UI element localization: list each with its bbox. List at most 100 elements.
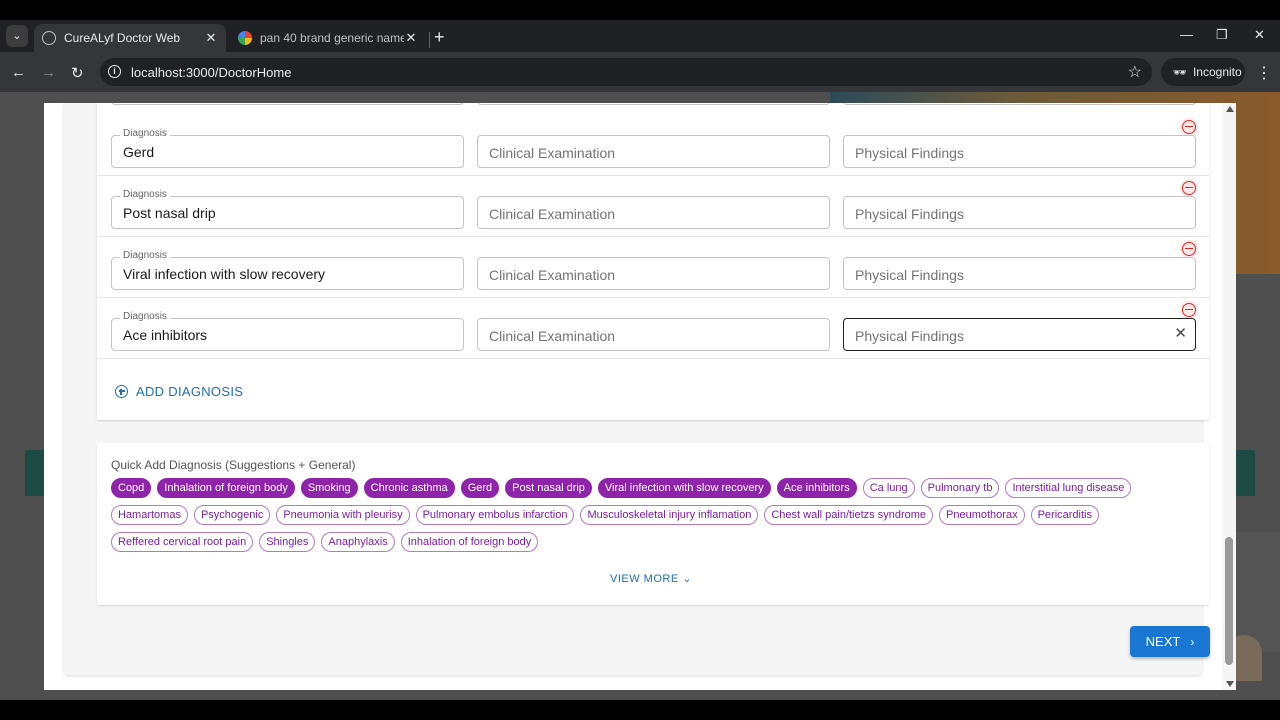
tab-curealyf[interactable]: CureALyf Doctor Web ✕ bbox=[34, 24, 226, 52]
diagnosis-value: Viral infection with slow recovery bbox=[123, 266, 326, 282]
clinical-placeholder: Clinical Examination bbox=[489, 328, 616, 344]
tab-title: pan 40 brand generic name - G bbox=[260, 31, 404, 45]
clinical-placeholder: Clinical Examination bbox=[489, 206, 616, 222]
site-info-icon[interactable]: i bbox=[108, 65, 121, 78]
physical-findings-input[interactable]: Physical Findings ✕ bbox=[843, 318, 1196, 351]
background-card bbox=[1234, 532, 1280, 652]
suggested-diagnosis-chip[interactable]: Musculoskeletal injury inflamation bbox=[580, 505, 759, 525]
globe-icon bbox=[42, 31, 56, 45]
minimize-button[interactable]: — bbox=[1180, 27, 1193, 42]
scroll-down-arrow-icon[interactable] bbox=[1226, 681, 1234, 687]
diagnosis-value: Post nasal drip bbox=[123, 205, 216, 221]
physical-placeholder: Physical Findings bbox=[855, 145, 964, 161]
previous-physical-field[interactable] bbox=[843, 103, 1196, 105]
view-more-button[interactable]: VIEW MORE ⌄ bbox=[610, 572, 692, 585]
chip-row: Hamartomas Psychogenic Pneumonia with pleu… bbox=[111, 505, 1201, 525]
diagnosis-input[interactable]: Diagnosis Gerd bbox=[111, 128, 464, 168]
incognito-badge[interactable]: 🕶 Incognito bbox=[1161, 58, 1245, 86]
suggested-diagnosis-chip[interactable]: Anaphylaxis bbox=[321, 532, 395, 552]
reload-button[interactable]: ↻ bbox=[71, 64, 84, 82]
suggested-diagnosis-chip[interactable]: Psychogenic bbox=[193, 505, 271, 525]
suggested-diagnosis-chip[interactable]: Pulmonary tb bbox=[920, 478, 1000, 498]
previous-diagnosis-field[interactable] bbox=[111, 103, 464, 105]
clinical-examination-input[interactable]: Clinical Examination bbox=[477, 318, 830, 351]
suggested-diagnosis-chip[interactable]: Hamartomas bbox=[111, 505, 188, 525]
suggested-diagnosis-chip[interactable]: Inhalation of foreign body bbox=[400, 532, 539, 552]
physical-findings-input[interactable]: Physical Findings bbox=[843, 196, 1196, 229]
clinical-examination-input[interactable]: Clinical Examination bbox=[477, 196, 830, 229]
incognito-icon: 🕶 bbox=[1173, 66, 1187, 79]
minus-circle-icon bbox=[1182, 242, 1196, 256]
remove-diagnosis-button[interactable] bbox=[1180, 240, 1198, 258]
suggested-diagnosis-chip[interactable]: Ca lung bbox=[862, 478, 915, 498]
physical-findings-input[interactable]: Physical Findings bbox=[843, 135, 1196, 168]
diagnosis-input[interactable]: Diagnosis Viral infection with slow reco… bbox=[111, 250, 464, 290]
scroll-thumb[interactable] bbox=[1225, 537, 1233, 665]
suggested-diagnosis-chip[interactable]: Interstitial lung disease bbox=[1005, 478, 1132, 498]
browser-menu-icon[interactable]: ⋮ bbox=[1256, 63, 1272, 83]
suggested-diagnosis-chip[interactable]: Shingles bbox=[259, 532, 316, 552]
clinical-placeholder: Clinical Examination bbox=[489, 145, 616, 161]
selected-diagnosis-chip[interactable]: Copd bbox=[111, 478, 152, 498]
url-text[interactable]: localhost:3000/DoctorHome bbox=[131, 65, 291, 80]
google-icon bbox=[238, 31, 252, 45]
clear-icon[interactable]: ✕ bbox=[1174, 326, 1187, 342]
restore-button[interactable]: ❐ bbox=[1216, 27, 1228, 43]
tab-search-button[interactable]: ⌄ bbox=[6, 25, 28, 47]
diagnosis-input[interactable]: Diagnosis Ace inhibitors bbox=[111, 311, 464, 351]
diagnosis-label: Diagnosis bbox=[120, 250, 170, 261]
chip-row: Copd Inhalation of foreign body Smoking Chr… bbox=[111, 478, 1201, 498]
tab-close-icon[interactable]: ✕ bbox=[204, 30, 218, 46]
remove-diagnosis-button[interactable] bbox=[1180, 301, 1198, 319]
remove-diagnosis-button[interactable] bbox=[1180, 179, 1198, 197]
diagnosis-row: Diagnosis Viral infection with slow reco… bbox=[97, 236, 1209, 298]
scroll-up-arrow-icon[interactable] bbox=[1226, 106, 1234, 112]
suggested-diagnosis-chip[interactable]: Chest wall pain/tietzs syndrome bbox=[764, 505, 934, 525]
diagnosis-label: Diagnosis bbox=[120, 311, 170, 322]
chip-row: Reffered cervical root pain Shingles Anaph… bbox=[111, 532, 1201, 552]
tab-google-search[interactable]: pan 40 brand generic name - G ✕ bbox=[230, 24, 426, 52]
chevron-right-icon: › bbox=[1190, 634, 1195, 649]
next-button[interactable]: NEXT › bbox=[1130, 626, 1210, 657]
tab-close-icon[interactable]: ✕ bbox=[404, 30, 418, 46]
physical-findings-input[interactable]: Physical Findings bbox=[843, 257, 1196, 290]
selected-diagnosis-chip[interactable]: Ace inhibitors bbox=[776, 478, 857, 498]
suggested-diagnosis-chip[interactable]: Pulmonary embolus infarction bbox=[415, 505, 575, 525]
selected-diagnosis-chip[interactable]: Smoking bbox=[300, 478, 358, 498]
diagnosis-list-card: Diagnosis Gerd Clinical Examination Phys… bbox=[97, 103, 1209, 420]
suggested-diagnosis-chip[interactable]: Pneumonia with pleurisy bbox=[276, 505, 410, 525]
diagnosis-value: Gerd bbox=[123, 144, 155, 160]
clinical-examination-input[interactable]: Clinical Examination bbox=[477, 257, 830, 290]
window-close-button[interactable]: ✕ bbox=[1254, 27, 1265, 43]
modal-scrollbar[interactable] bbox=[1222, 103, 1236, 690]
new-tab-button[interactable]: + bbox=[434, 27, 445, 48]
add-diagnosis-label: ADD DIAGNOSIS bbox=[136, 384, 244, 399]
diagnosis-row: Diagnosis Post nasal drip Clinical Exami… bbox=[97, 175, 1209, 237]
forward-button[interactable]: → bbox=[41, 64, 56, 81]
suggested-diagnosis-chip[interactable]: Pericarditis bbox=[1030, 505, 1099, 525]
previous-clinical-field[interactable] bbox=[477, 103, 830, 105]
physical-placeholder: Physical Findings bbox=[855, 267, 964, 283]
clinical-examination-input[interactable]: Clinical Examination bbox=[477, 135, 830, 168]
add-diagnosis-button[interactable]: ADD DIAGNOSIS bbox=[115, 384, 243, 399]
diagnosis-input[interactable]: Diagnosis Post nasal drip bbox=[111, 189, 464, 229]
incognito-label: Incognito bbox=[1192, 65, 1242, 79]
minus-circle-icon bbox=[1182, 120, 1196, 134]
bookmark-star-icon[interactable]: ☆ bbox=[1128, 62, 1142, 82]
selected-diagnosis-chip[interactable]: Gerd bbox=[460, 478, 500, 498]
remove-diagnosis-button[interactable] bbox=[1180, 118, 1198, 136]
suggested-diagnosis-chip[interactable]: Reffered cervical root pain bbox=[111, 532, 254, 552]
selected-diagnosis-chip[interactable]: Chronic asthma bbox=[363, 478, 455, 498]
physical-placeholder: Physical Findings bbox=[855, 206, 964, 222]
selected-diagnosis-chip[interactable]: Post nasal drip bbox=[505, 478, 592, 498]
plus-circle-icon bbox=[115, 385, 128, 398]
address-bar[interactable]: i localhost:3000/DoctorHome ☆ bbox=[100, 58, 1152, 86]
back-button[interactable]: ← bbox=[11, 64, 26, 81]
suggested-diagnosis-chip[interactable]: Pneumothorax bbox=[939, 505, 1025, 525]
selected-diagnosis-chip[interactable]: Viral infection with slow recovery bbox=[597, 478, 771, 498]
tab-title: CureALyf Doctor Web bbox=[64, 31, 181, 45]
minus-circle-icon bbox=[1182, 181, 1196, 195]
selected-diagnosis-chip[interactable]: Inhalation of foreign body bbox=[157, 478, 295, 498]
diagnosis-label: Diagnosis bbox=[120, 189, 170, 200]
diagnosis-row: Diagnosis Ace inhibitors Clinical Examin… bbox=[97, 297, 1209, 359]
